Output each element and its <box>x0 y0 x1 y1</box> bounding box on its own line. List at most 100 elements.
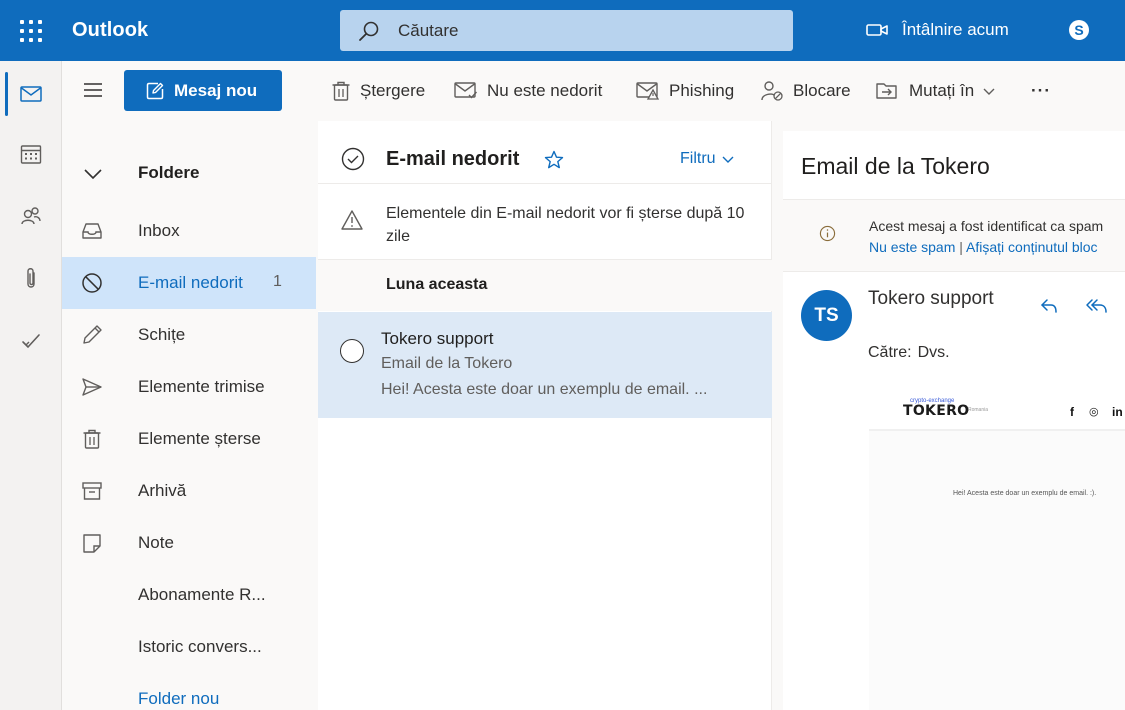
email-sender[interactable]: Tokero support <box>868 288 994 310</box>
folders-label: Foldere <box>138 163 200 182</box>
todo-icon[interactable] <box>0 316 62 366</box>
link-separator: | <box>955 239 967 255</box>
filter-button[interactable]: Filtru <box>680 150 734 168</box>
reply-icon[interactable] <box>1039 296 1059 316</box>
move-to-label: Mutați în <box>909 81 975 100</box>
attachment-icon[interactable] <box>0 254 62 304</box>
linkedin-icon[interactable]: in <box>1112 405 1123 419</box>
logo-subtext: Romania <box>968 407 989 413</box>
tokero-logo[interactable]: TOKERO <box>903 403 969 419</box>
folder-archive[interactable]: Arhivă <box>62 465 316 517</box>
meet-now-label: Întâlnire acum <box>902 20 1009 39</box>
people-icon[interactable] <box>0 191 62 241</box>
inbox-icon <box>82 223 102 239</box>
mail-check-icon <box>454 82 478 99</box>
group-label: Luna aceasta <box>386 276 488 293</box>
phishing-button[interactable]: Phishing <box>636 78 734 104</box>
folder-rss[interactable]: Abonamente R... <box>62 569 316 621</box>
app-rail <box>0 61 62 710</box>
new-folder-link[interactable]: Folder nou <box>62 673 316 710</box>
new-folder-label: Folder nou <box>138 689 220 708</box>
junk-notice: Elementele din E-mail nedorit vor fi ște… <box>318 184 772 260</box>
to-value[interactable]: Dvs. <box>918 344 950 361</box>
trash-icon <box>83 429 101 449</box>
send-icon <box>82 378 102 396</box>
instagram-icon[interactable]: ◎ <box>1089 405 1099 418</box>
folder-label: Abonamente R... <box>138 585 266 604</box>
unread-count: 1 <box>273 273 282 290</box>
email-body: crypto-exchange TOKERO Romania f ◎ in He… <box>869 393 1125 710</box>
avatar[interactable]: TS <box>801 290 852 341</box>
select-all-checkbox-icon[interactable] <box>341 147 365 171</box>
block-button[interactable]: Blocare <box>760 78 851 104</box>
folder-inbox[interactable]: Inbox <box>62 205 316 257</box>
message-list-header: E-mail nedorit Filtru <box>318 121 772 184</box>
folder-junk[interactable]: E-mail nedorit 1 <box>62 257 316 309</box>
folder-conversation-history[interactable]: Istoric convers... <box>62 621 316 673</box>
folder-label: Arhivă <box>138 481 187 500</box>
mail-icon[interactable] <box>0 69 62 119</box>
folder-title: E-mail nedorit <box>386 148 520 170</box>
folder-label: Elemente șterse <box>138 429 261 448</box>
video-camera-icon <box>866 24 888 36</box>
list-item[interactable]: Tokero support Email de la Tokero Hei! A… <box>318 312 772 418</box>
folder-label: Note <box>138 533 174 552</box>
info-icon <box>819 225 836 242</box>
message-subject: Email de la Tokero <box>381 355 513 372</box>
folder-pane: Mesaj nou Foldere Inbox E-mail nedorit 1… <box>62 61 318 710</box>
not-junk-label: Nu este nedorit <box>487 81 603 100</box>
search-box[interactable] <box>340 10 793 51</box>
calendar-icon[interactable] <box>0 129 62 179</box>
reply-all-icon[interactable] <box>1085 296 1109 316</box>
not-spam-link[interactable]: Nu este spam <box>869 239 955 255</box>
skype-icon[interactable]: S <box>1069 20 1089 40</box>
message-list: E-mail nedorit Filtru Elementele din E-m… <box>318 121 772 710</box>
chevron-down-icon <box>722 156 734 163</box>
archive-icon <box>82 482 102 500</box>
blocked-icon <box>82 273 102 293</box>
move-folder-icon <box>876 83 897 99</box>
app-launcher-icon[interactable] <box>20 20 42 42</box>
chevron-down-icon <box>983 88 995 95</box>
folder-label: Inbox <box>138 221 180 240</box>
email-recipients: Către: Dvs. <box>868 344 956 362</box>
email-body-header: crypto-exchange TOKERO Romania f ◎ in <box>869 393 1125 431</box>
spam-banner: Acest mesaj a fost identificat ca spam N… <box>783 199 1125 272</box>
new-message-button[interactable]: Mesaj nou <box>124 70 282 111</box>
compose-icon <box>146 82 164 99</box>
search-input[interactable] <box>398 18 778 44</box>
spam-banner-text: Acest mesaj a fost identificat ca spam <box>869 218 1104 234</box>
app-title[interactable]: Outlook <box>72 19 148 42</box>
filter-label: Filtru <box>680 150 716 167</box>
meet-now-button[interactable]: Întâlnire acum <box>866 17 1009 43</box>
not-junk-button[interactable]: Nu este nedorit <box>454 78 602 104</box>
folder-notes[interactable]: Note <box>62 517 316 569</box>
folder-label: Elemente trimise <box>138 377 265 396</box>
hamburger-menu-icon[interactable] <box>82 79 104 101</box>
note-icon <box>83 534 101 553</box>
chevron-down-icon <box>84 169 102 180</box>
folders-header[interactable]: Foldere <box>62 153 318 193</box>
folder-drafts[interactable]: Schițe <box>62 309 316 361</box>
message-sender: Tokero support <box>381 329 494 348</box>
email-body-text: Hei! Acesta este doar un exemplu de emai… <box>953 490 1097 497</box>
facebook-icon[interactable]: f <box>1070 405 1074 419</box>
folder-label: Schițe <box>138 325 186 344</box>
move-to-button[interactable]: Mutați în <box>876 78 995 104</box>
more-actions-button[interactable]: ··· <box>1031 78 1051 104</box>
folder-label: E-mail nedorit <box>138 273 243 292</box>
folder-sent[interactable]: Elemente trimise <box>62 361 316 413</box>
trash-icon <box>332 81 350 101</box>
select-checkbox[interactable] <box>340 339 364 363</box>
delete-button[interactable]: Ștergere <box>331 78 425 104</box>
folder-label: Istoric convers... <box>138 637 262 656</box>
show-blocked-content-link[interactable]: Afișați conținutul bloc <box>966 239 1098 255</box>
favorite-star-icon[interactable] <box>544 150 564 170</box>
block-label: Blocare <box>793 81 851 100</box>
spam-banner-links: Nu este spam | Afișați conținutul bloc <box>869 239 1098 255</box>
command-bar: Ștergere Nu este nedorit Phishing Blocar… <box>318 61 1125 121</box>
message-preview: Hei! Acesta este doar un exemplu de emai… <box>381 381 708 398</box>
folder-deleted[interactable]: Elemente șterse <box>62 413 316 465</box>
top-bar: Outlook Întâlnire acum S <box>0 0 1125 61</box>
pencil-icon <box>83 325 102 344</box>
